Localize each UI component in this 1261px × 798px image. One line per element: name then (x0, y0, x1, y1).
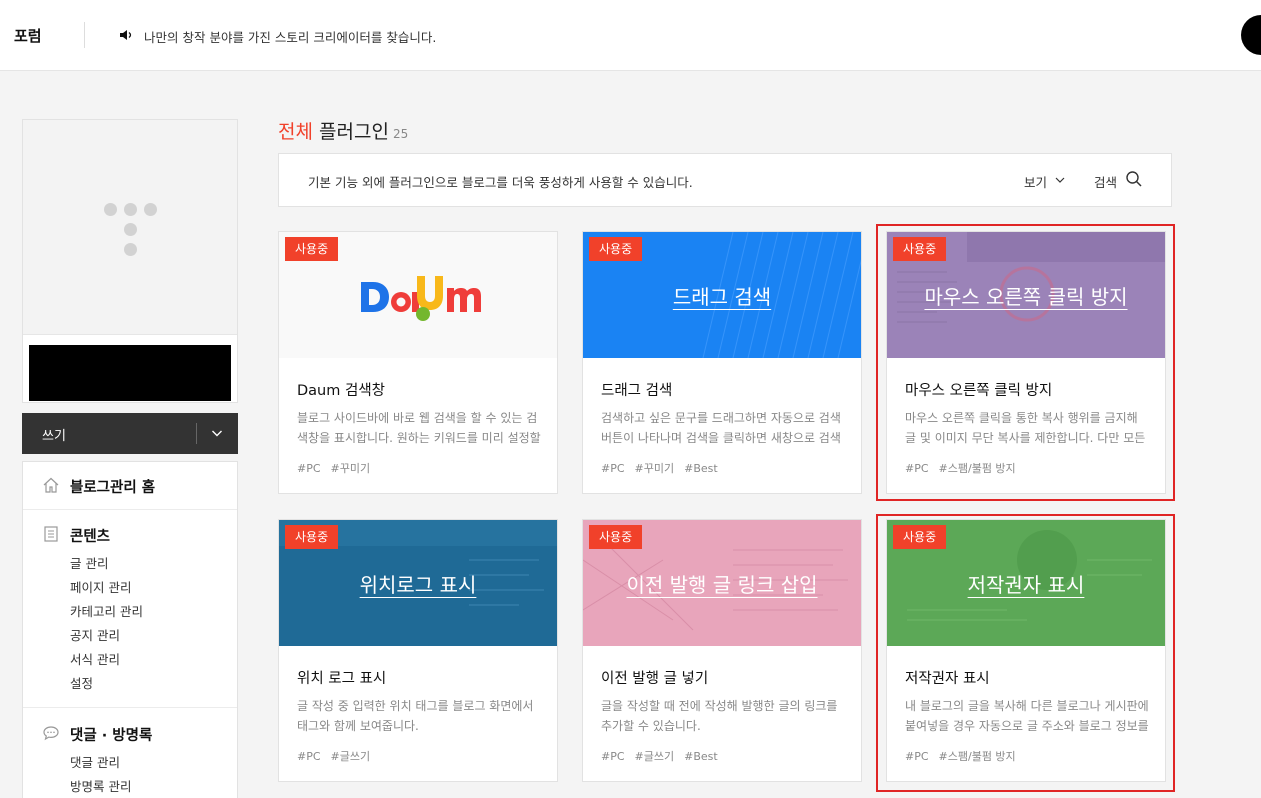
plugin-tags: #PC #글쓰기 #Best (601, 748, 728, 764)
in-use-badge: 사용중 (285, 525, 339, 549)
placeholder-dot (104, 203, 117, 216)
profile-avatar[interactable] (1241, 15, 1261, 55)
page-title-text: 플러그인 (319, 121, 389, 143)
plugin-card-location-log[interactable]: 위치로그 표시 사용중 위치 로그 표시 글 작성 중 입력한 위치 태그를 블… (278, 519, 558, 782)
plugin-tags: #PC #꾸미기 #Best (601, 460, 728, 476)
plugin-desc: 글 작성 중 입력한 위치 태그를 블로그 화면에서 태그와 함께 보여줍니다. (297, 699, 534, 733)
plugin-title[interactable]: 위치 로그 표시 (297, 667, 386, 688)
page-title: 전체 플러그인 25 (278, 117, 408, 144)
sidebar-section-comments[interactable]: 댓글 · 방명록 (70, 724, 152, 745)
notice-banner-text[interactable]: 나만의 창작 분야를 가진 스토리 크리에이터를 찾습니다. (144, 27, 436, 46)
top-bar: 포럼 나만의 창작 분야를 가진 스토리 크리에이터를 찾습니다. (0, 0, 1261, 71)
placeholder-dot (124, 243, 137, 256)
menu-divider (23, 707, 237, 708)
home-icon (43, 477, 59, 493)
plugin-title[interactable]: 이전 발행 글 넣기 (601, 667, 708, 688)
tag[interactable]: #꾸미기 (331, 462, 371, 475)
plugin-banner: 드래그 검색 사용중 (583, 232, 861, 358)
blog-profile-card (22, 119, 238, 403)
daum-logo-icon (361, 276, 481, 321)
tag[interactable]: #PC (297, 750, 321, 763)
forum-link[interactable]: 포럼 (14, 25, 42, 46)
write-button[interactable]: 쓰기 (22, 413, 238, 454)
selection-highlight (876, 514, 1175, 792)
plugin-card-drag-search[interactable]: 드래그 검색 사용중 드래그 검색 검색하고 싶은 문구를 드래그하면 자동으로… (582, 231, 862, 494)
write-button-divider (196, 423, 197, 444)
comment-icon (43, 726, 59, 741)
chevron-down-icon[interactable] (209, 425, 225, 441)
search-icon[interactable] (1125, 170, 1143, 188)
plugin-banner: 위치로그 표시 사용중 (279, 520, 557, 646)
selection-highlight (876, 224, 1175, 501)
plugin-desc: 검색하고 싶은 문구를 드래그하면 자동으로 검색 버튼이 나타나며 검색을 클… (601, 411, 841, 445)
placeholder-dot (124, 203, 137, 216)
plugin-tags: #PC #꾸미기 (297, 460, 380, 476)
plugin-title[interactable]: 드래그 검색 (601, 379, 672, 400)
top-divider (84, 22, 85, 48)
sidebar-section-contents[interactable]: 콘텐츠 (70, 525, 110, 546)
plugin-desc: 블로그 사이드바에 바로 웹 검색을 할 수 있는 검색창을 표시합니다. 원하… (297, 411, 541, 445)
sidebar-item-comment-manage[interactable]: 댓글 관리 (70, 752, 120, 771)
placeholder-dot (144, 203, 157, 216)
tag[interactable]: #꾸미기 (635, 462, 675, 475)
tag[interactable]: #PC (297, 462, 321, 475)
plugin-count: 25 (392, 127, 409, 141)
tag[interactable]: #Best (684, 462, 718, 475)
write-button-label: 쓰기 (42, 429, 66, 444)
placeholder-dot (124, 223, 137, 236)
plugin-card-daum-search[interactable]: 사용중 Daum 검색창 블로그 사이드바에 바로 웹 검색을 할 수 있는 검… (278, 231, 558, 494)
page-title-accent: 전체 (278, 121, 313, 143)
in-use-badge: 사용중 (285, 237, 339, 261)
plugin-banner: 사용중 (279, 232, 557, 358)
speaker-icon (120, 30, 132, 40)
sidebar-menu: 블로그관리 홈 콘텐츠 글 관리 페이지 관리 카테고리 관리 공지 관리 서식… (22, 461, 238, 798)
plugin-title[interactable]: Daum 검색창 (297, 379, 385, 400)
description-bar: 기본 기능 외에 플러그인으로 블로그를 더욱 풍성하게 사용할 수 있습니다.… (278, 153, 1172, 207)
plugin-description: 기본 기능 외에 플러그인으로 블로그를 더욱 풍성하게 사용할 수 있습니다. (308, 175, 693, 190)
tag[interactable]: #PC (601, 462, 625, 475)
chevron-down-icon[interactable] (1054, 174, 1066, 186)
sidebar-item-notice-manage[interactable]: 공지 관리 (70, 625, 120, 644)
in-use-badge: 사용중 (589, 237, 643, 261)
blog-thumbnail[interactable] (23, 120, 237, 335)
menu-divider (23, 509, 237, 510)
sidebar-item-blog-home[interactable]: 블로그관리 홈 (70, 476, 155, 497)
search-button[interactable]: 검색 (1094, 172, 1117, 191)
plugin-banner: 이전 발행 글 링크 삽입 사용중 (583, 520, 861, 646)
tag[interactable]: #글쓰기 (331, 750, 371, 763)
in-use-badge: 사용중 (589, 525, 643, 549)
plugin-tags: #PC #글쓰기 (297, 748, 380, 764)
view-filter-button[interactable]: 보기 (1024, 172, 1047, 191)
sidebar-item-page-manage[interactable]: 페이지 관리 (70, 577, 131, 596)
document-icon (44, 526, 58, 542)
sidebar-item-guestbook-manage[interactable]: 방명록 관리 (70, 776, 131, 795)
plugin-desc: 글을 작성할 때 전에 작성해 발행한 글의 링크를 추가할 수 있습니다. (601, 699, 838, 733)
sidebar-item-settings[interactable]: 설정 (70, 673, 93, 692)
sidebar-item-template-manage[interactable]: 서식 관리 (70, 649, 120, 668)
blog-name-redacted (29, 345, 231, 401)
sidebar-item-post-manage[interactable]: 글 관리 (70, 553, 108, 572)
plugin-card-previous-post-link[interactable]: 이전 발행 글 링크 삽입 사용중 이전 발행 글 넣기 글을 작성할 때 전에… (582, 519, 862, 782)
sidebar-item-category-manage[interactable]: 카테고리 관리 (70, 601, 143, 620)
tag[interactable]: #Best (684, 750, 718, 763)
tag[interactable]: #PC (601, 750, 625, 763)
tag[interactable]: #글쓰기 (635, 750, 675, 763)
